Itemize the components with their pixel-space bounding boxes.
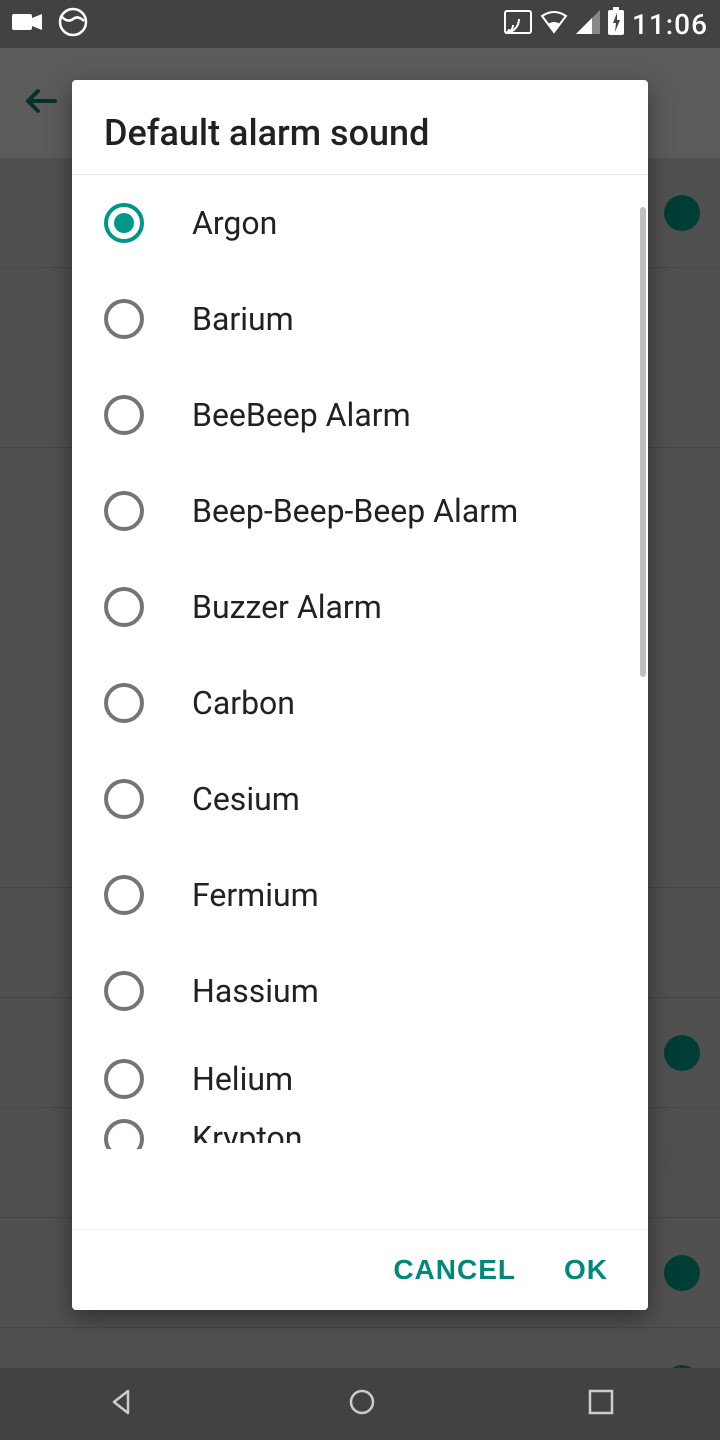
radio-unselected-icon <box>104 875 144 915</box>
option-label: Fermium <box>192 876 319 914</box>
sound-option-krypton[interactable]: Krypton <box>72 1119 648 1169</box>
option-label: Hassium <box>192 972 319 1010</box>
option-label: Krypton <box>192 1119 302 1157</box>
status-bar: 11:06 <box>0 0 720 48</box>
app-icon <box>58 7 88 41</box>
sound-option-cesium[interactable]: Cesium <box>72 751 648 847</box>
sound-option-helium[interactable]: Helium <box>72 1039 648 1119</box>
status-time: 11:06 <box>632 8 708 41</box>
radio-selected-icon <box>104 203 144 243</box>
dialog-title: Default alarm sound <box>72 80 648 175</box>
ok-button[interactable]: OK <box>564 1254 608 1286</box>
radio-unselected-icon <box>104 971 144 1011</box>
radio-unselected-icon <box>104 683 144 723</box>
sound-option-beebeep[interactable]: BeeBeep Alarm <box>72 367 648 463</box>
option-label: Beep-Beep-Beep Alarm <box>192 492 518 530</box>
radio-unselected-icon <box>104 779 144 819</box>
option-label: Buzzer Alarm <box>192 588 382 626</box>
nav-home-icon[interactable] <box>347 1387 377 1421</box>
camera-icon <box>12 12 42 36</box>
sound-option-beepbeepbeep[interactable]: Beep-Beep-Beep Alarm <box>72 463 648 559</box>
radio-unselected-icon <box>104 587 144 627</box>
battery-icon <box>608 7 624 42</box>
dialog-actions: CANCEL OK <box>72 1229 648 1310</box>
option-label: BeeBeep Alarm <box>192 396 411 434</box>
scrollbar[interactable] <box>640 207 646 677</box>
radio-unselected-icon <box>104 299 144 339</box>
sound-option-barium[interactable]: Barium <box>72 271 648 367</box>
sound-option-carbon[interactable]: Carbon <box>72 655 648 751</box>
navigation-bar <box>0 1368 720 1440</box>
option-label: Argon <box>192 204 277 242</box>
sound-option-list[interactable]: Argon Barium BeeBeep Alarm Beep-Beep-Bee… <box>72 175 648 1229</box>
cancel-button[interactable]: CANCEL <box>393 1254 516 1286</box>
sound-option-hassium[interactable]: Hassium <box>72 943 648 1039</box>
sound-option-argon[interactable]: Argon <box>72 175 648 271</box>
option-label: Helium <box>192 1060 293 1098</box>
radio-unselected-icon <box>104 491 144 531</box>
radio-unselected-icon <box>104 395 144 435</box>
sound-option-fermium[interactable]: Fermium <box>72 847 648 943</box>
alarm-sound-dialog: Default alarm sound Argon Barium BeeBeep… <box>72 80 648 1310</box>
option-label: Cesium <box>192 780 300 818</box>
radio-unselected-icon <box>104 1059 144 1099</box>
cast-icon <box>504 8 532 41</box>
radio-unselected-icon <box>104 1119 144 1159</box>
nav-recent-icon[interactable] <box>588 1389 614 1419</box>
wifi-icon <box>540 8 568 41</box>
signal-icon <box>576 8 600 41</box>
option-label: Carbon <box>192 684 295 722</box>
option-label: Barium <box>192 300 294 338</box>
nav-back-icon[interactable] <box>106 1387 136 1421</box>
sound-option-buzzer[interactable]: Buzzer Alarm <box>72 559 648 655</box>
